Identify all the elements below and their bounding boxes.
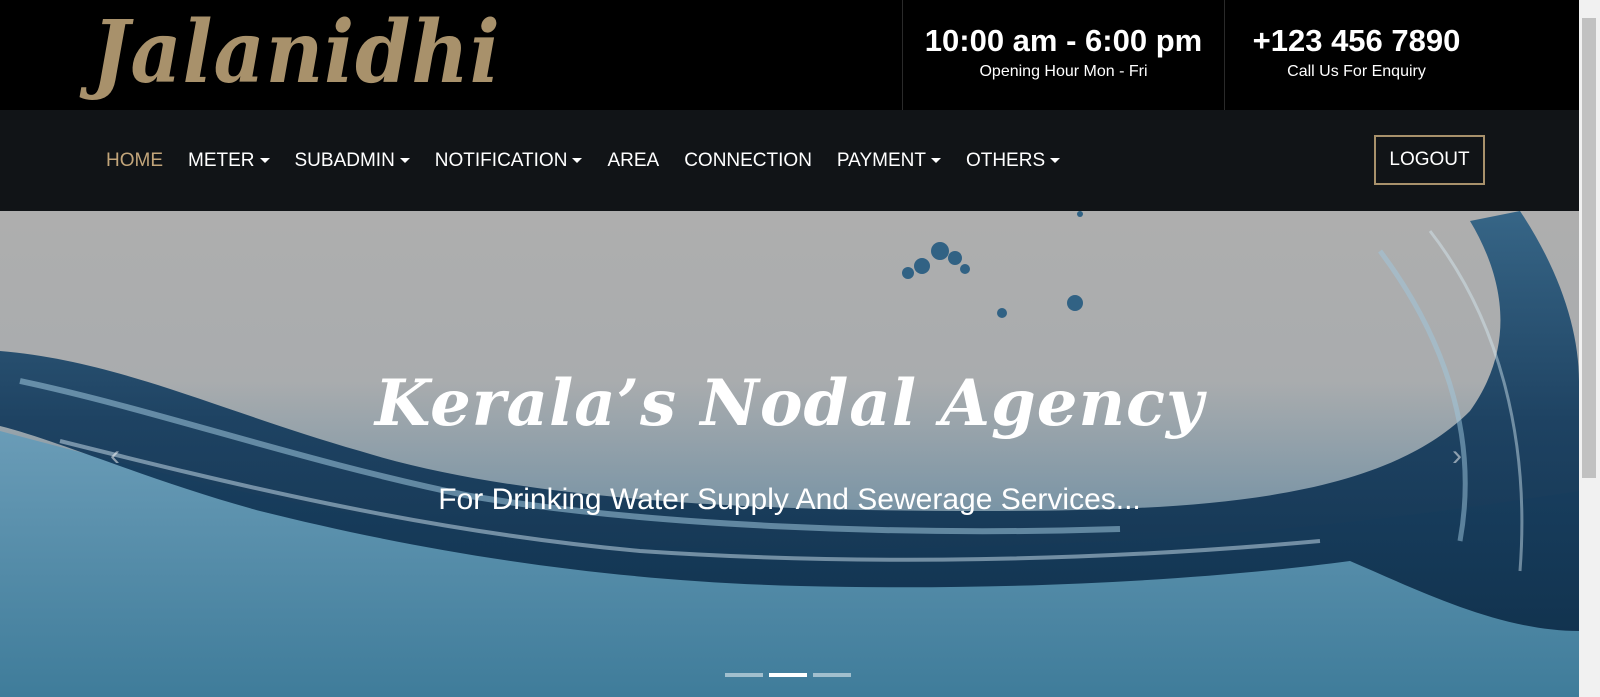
nav-item-payment[interactable]: PAYMENT	[837, 150, 941, 172]
nav-item-notification[interactable]: NOTIFICATION	[435, 150, 583, 172]
nav-item-label: AREA	[607, 149, 660, 171]
main-navbar: HOME METER SUBADMIN NOTIFICATION AREA CO…	[0, 110, 1579, 211]
hero-carousel: Kerala’s Nodal Agency For Drinking Water…	[0, 211, 1579, 697]
chevron-left-icon[interactable]: ‹	[110, 439, 120, 473]
scrollbar-thumb[interactable]	[1582, 18, 1596, 478]
nav-menu: HOME METER SUBADMIN NOTIFICATION AREA CO…	[106, 110, 1085, 211]
site-logo[interactable]: Jalanidhi	[92, 2, 501, 103]
nav-item-others[interactable]: OTHERS	[965, 149, 1061, 172]
opening-hours-block: 10:00 am - 6:00 pm Opening Hour Mon - Fr…	[902, 0, 1224, 110]
carousel-indicator-active[interactable]	[769, 673, 807, 677]
top-header: Jalanidhi 10:00 am - 6:00 pm Opening Hou…	[0, 0, 1579, 110]
chevron-right-icon[interactable]: ›	[1452, 439, 1462, 473]
carousel-indicator[interactable]	[813, 673, 851, 677]
page-scrollbar[interactable]	[1579, 0, 1600, 697]
nav-item-subadmin[interactable]: SUBADMIN	[295, 150, 410, 172]
caret-down-icon	[1050, 158, 1061, 163]
water-splash-image	[0, 211, 1579, 697]
phone-number[interactable]: +123 456 7890	[1225, 22, 1488, 60]
nav-item-home[interactable]: HOME	[106, 150, 163, 172]
nav-item-label: METER	[188, 149, 255, 171]
caret-down-icon	[399, 158, 410, 163]
caret-down-icon	[259, 158, 270, 163]
nav-item-meter[interactable]: METER	[188, 150, 270, 172]
phone-label: Call Us For Enquiry	[1287, 63, 1426, 80]
caret-down-icon	[930, 158, 941, 163]
phone-block: +123 456 7890 Call Us For Enquiry	[1224, 0, 1488, 110]
hero-subtitle: For Drinking Water Supply And Sewerage S…	[438, 483, 1141, 516]
nav-item-label: SUBADMIN	[294, 149, 395, 171]
nav-item-area[interactable]: AREA	[607, 150, 659, 172]
carousel-indicator[interactable]	[725, 673, 763, 677]
nav-item-label: OTHERS	[965, 149, 1046, 171]
nav-item-label: HOME	[106, 149, 163, 171]
opening-hours-time: 10:00 am - 6:00 pm	[924, 23, 1203, 58]
nav-item-label: PAYMENT	[836, 149, 926, 171]
opening-hours-label: Opening Hour Mon - Fri	[979, 63, 1148, 80]
carousel-indicators	[725, 673, 857, 677]
nav-item-label: NOTIFICATION	[434, 149, 568, 171]
hero-title: Kerala’s Nodal Agency	[374, 366, 1205, 441]
nav-item-connection[interactable]: CONNECTION	[684, 150, 812, 172]
caret-down-icon	[572, 158, 583, 163]
nav-item-label: CONNECTION	[684, 149, 812, 171]
logout-button[interactable]: LOGOUT	[1374, 135, 1485, 185]
